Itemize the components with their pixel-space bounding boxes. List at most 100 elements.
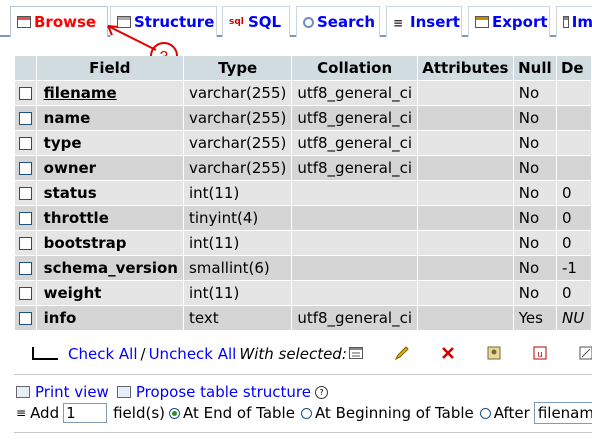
row-checkbox-cell xyxy=(15,81,36,105)
tab-import[interactable]: Im xyxy=(556,6,592,37)
cell-collation xyxy=(292,231,417,255)
row-checkbox[interactable] xyxy=(18,312,32,325)
cell-default xyxy=(556,106,591,130)
cell-default xyxy=(556,131,591,155)
row-checkbox[interactable] xyxy=(18,137,32,150)
svg-text:u: u xyxy=(537,349,542,359)
cell-default: -1 xyxy=(556,256,591,280)
tab-structure[interactable]: Structure xyxy=(110,6,217,37)
header-attributes: Attributes xyxy=(417,56,513,80)
row-checkbox[interactable] xyxy=(18,162,32,175)
cell-default: 0 xyxy=(556,206,591,230)
cell-null: No xyxy=(513,156,556,180)
row-checkbox[interactable] xyxy=(18,87,32,100)
export-icon xyxy=(475,16,489,28)
header-default: De xyxy=(556,56,591,80)
add-label: Add xyxy=(30,404,60,422)
propose-structure-link[interactable]: Propose table structure xyxy=(136,383,311,401)
cell-type: varchar(255) xyxy=(183,131,292,155)
cell-type: tinyint(4) xyxy=(183,206,292,230)
fields-label: field(s) xyxy=(113,404,165,422)
tab-browse-label: Browse xyxy=(34,13,97,31)
tab-insert[interactable]: ≡ Insert xyxy=(386,6,462,37)
drop-icon[interactable] xyxy=(440,345,456,361)
cell-attributes xyxy=(417,181,513,205)
selection-row: Check All / Uncheck All With selected: xyxy=(30,343,347,365)
cell-attributes xyxy=(417,81,513,105)
cell-field[interactable]: filename xyxy=(36,81,183,105)
row-checkbox-cell xyxy=(15,131,36,155)
propose-structure-icon xyxy=(116,386,131,398)
table-row: name varchar(255) utf8_general_ci No xyxy=(15,106,591,130)
cell-field: schema_version xyxy=(36,256,183,280)
table-header-row: Field Type Collation Attributes Null De xyxy=(15,56,591,80)
index-icon[interactable] xyxy=(578,345,592,361)
cell-collation xyxy=(292,281,417,305)
browse-icon[interactable] xyxy=(348,345,364,361)
cell-default: NU xyxy=(556,306,591,330)
cell-attributes xyxy=(417,231,513,255)
cell-type: varchar(255) xyxy=(183,156,292,180)
cell-field: info xyxy=(36,306,183,330)
row-checkbox[interactable] xyxy=(18,187,32,200)
row-checkbox[interactable] xyxy=(18,212,32,225)
row-checkbox-cell xyxy=(15,231,36,255)
table-row: bootstrap int(11) No 0 xyxy=(15,231,591,255)
cell-type: text xyxy=(183,306,292,330)
table-row: weight int(11) No 0 xyxy=(15,281,591,305)
cell-null: Yes xyxy=(513,306,556,330)
cell-field: bootstrap xyxy=(36,231,183,255)
cell-field: weight xyxy=(36,281,183,305)
cell-collation: utf8_general_ci xyxy=(292,306,417,330)
primary-key-icon[interactable] xyxy=(486,345,502,361)
cell-null: No xyxy=(513,81,556,105)
row-checkbox-cell xyxy=(15,206,36,230)
tab-sql[interactable]: sql SQL xyxy=(222,6,290,37)
header-collation: Collation xyxy=(292,56,417,80)
unique-icon[interactable]: u xyxy=(532,345,548,361)
with-selected-label: With selected: xyxy=(239,345,347,363)
after-radio[interactable] xyxy=(479,407,491,419)
cell-null: No xyxy=(513,206,556,230)
uncheck-all-link[interactable]: Uncheck All xyxy=(149,345,237,363)
cell-null: No xyxy=(513,281,556,305)
at-beginning-radio[interactable] xyxy=(300,407,312,419)
tab-bar: Browse Structure sql SQL Search ≡ Insert… xyxy=(0,0,592,38)
print-view-link[interactable]: Print view xyxy=(35,383,109,401)
cell-collation xyxy=(292,181,417,205)
cell-field: owner xyxy=(36,156,183,180)
tab-sql-label: SQL xyxy=(248,13,282,31)
sql-icon: sql xyxy=(229,17,244,27)
add-count-input[interactable] xyxy=(63,403,108,423)
table-row: status int(11) No 0 xyxy=(15,181,591,205)
after-label: After xyxy=(493,404,530,422)
row-checkbox[interactable] xyxy=(18,262,32,275)
print-icon xyxy=(16,386,30,398)
header-field: Field xyxy=(36,56,183,80)
header-checkbox-col xyxy=(15,56,36,80)
tab-browse[interactable]: Browse xyxy=(10,6,108,37)
cell-default xyxy=(556,156,591,180)
browse-icon xyxy=(17,16,31,28)
help-icon[interactable]: ? xyxy=(314,385,328,399)
after-field-select[interactable]: filename xyxy=(533,402,592,424)
at-end-radio[interactable] xyxy=(169,407,180,419)
cell-collation: utf8_general_ci xyxy=(292,156,417,180)
tab-export[interactable]: Export xyxy=(468,6,550,37)
check-separator: / xyxy=(140,345,146,363)
structure-table: Field Type Collation Attributes Null De … xyxy=(14,55,592,331)
cell-type: int(11) xyxy=(183,281,292,305)
edit-icon[interactable] xyxy=(394,345,410,361)
row-checkbox[interactable] xyxy=(18,237,32,250)
row-checkbox-cell xyxy=(15,256,36,280)
cell-type: int(11) xyxy=(183,181,292,205)
row-checkbox[interactable] xyxy=(18,287,32,300)
check-all-link[interactable]: Check All xyxy=(68,345,138,363)
tab-search[interactable]: Search xyxy=(296,6,380,37)
table-row: owner varchar(255) utf8_general_ci No xyxy=(15,156,591,180)
add-field-row: ≡ Add field(s) At End of Table At Beginn… xyxy=(16,402,592,424)
after-field-value: filename xyxy=(537,404,592,422)
cell-type: varchar(255) xyxy=(183,81,292,105)
row-checkbox[interactable] xyxy=(18,112,32,125)
cell-type: varchar(255) xyxy=(183,106,292,130)
